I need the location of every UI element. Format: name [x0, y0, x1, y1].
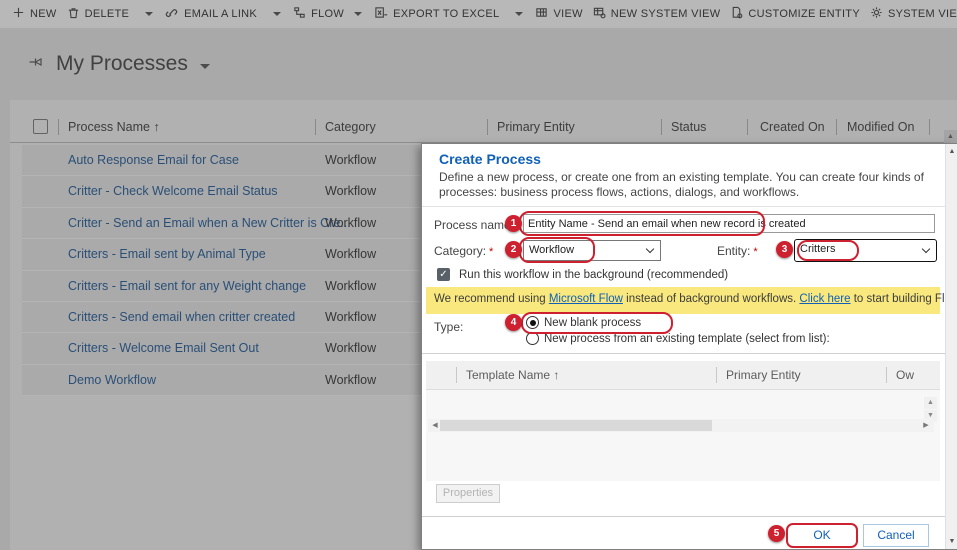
- dialog-scrollbar[interactable]: ▲ ▼: [945, 144, 957, 549]
- category-select[interactable]: Workflow: [523, 240, 661, 261]
- type-label: Type:: [434, 320, 464, 334]
- process-name-input[interactable]: [523, 214, 935, 233]
- divider: [422, 516, 946, 517]
- category-label: Category: *: [434, 244, 494, 258]
- properties-button[interactable]: Properties: [436, 484, 500, 503]
- new-from-template-label[interactable]: New process from an existing template (s…: [544, 333, 830, 345]
- chevron-down-icon: [645, 244, 655, 254]
- column-divider: [886, 367, 887, 383]
- click-here-link[interactable]: Click here: [799, 293, 850, 305]
- create-process-dialog: Create Process Define a new process, or …: [421, 143, 957, 550]
- new-blank-process-radio[interactable]: [526, 316, 539, 329]
- dialog-title: Create Process: [439, 151, 541, 167]
- sort-ascending-icon: ↑: [553, 368, 560, 382]
- cancel-button[interactable]: Cancel: [863, 524, 929, 547]
- ok-button[interactable]: OK: [786, 523, 858, 548]
- run-in-background-label: Run this workflow in the background (rec…: [459, 269, 729, 281]
- divider: [422, 206, 946, 207]
- template-grid: Template Name ↑ Primary Entity Ow ▲ ▼ ◀ …: [426, 361, 940, 481]
- scroll-up-arrow[interactable]: ▲: [946, 145, 957, 158]
- scrollbar-thumb[interactable]: [440, 420, 712, 431]
- step-annotation-1: 1: [505, 215, 522, 232]
- template-grid-header: Template Name ↑ Primary Entity Ow: [426, 361, 940, 390]
- entity-label: Entity: *: [717, 244, 758, 258]
- column-primary-entity[interactable]: Primary Entity: [726, 368, 801, 382]
- screen: NEW DELETE EMAIL A LINK FLOW EXPORT TO E…: [0, 0, 957, 550]
- new-from-template-radio[interactable]: [526, 332, 539, 345]
- run-in-background-checkbox[interactable]: ✓: [437, 268, 450, 281]
- scroll-right-arrow[interactable]: ▶: [920, 419, 932, 432]
- chevron-down-icon: [921, 244, 931, 254]
- new-blank-process-label[interactable]: New blank process: [544, 317, 641, 329]
- step-annotation-4: 4: [505, 314, 522, 331]
- entity-select[interactable]: Critters: [794, 239, 937, 262]
- scroll-down-arrow[interactable]: ▼: [946, 535, 957, 548]
- template-horizontal-scrollbar[interactable]: ◀ ▶: [428, 419, 934, 432]
- dialog-description: Define a new process, or create one from…: [439, 170, 924, 199]
- column-template-name[interactable]: Template Name ↑: [466, 368, 559, 382]
- divider: [422, 353, 946, 354]
- microsoft-flow-link[interactable]: Microsoft Flow: [549, 293, 623, 305]
- column-divider: [456, 367, 457, 383]
- column-divider: [716, 367, 717, 383]
- step-annotation-3: 3: [776, 241, 793, 258]
- template-scroll-up-arrow[interactable]: ▲: [924, 397, 937, 409]
- step-annotation-2: 2: [505, 241, 522, 258]
- step-annotation-5: 5: [768, 525, 785, 542]
- column-owner-clipped[interactable]: Ow: [896, 368, 914, 382]
- flow-recommendation-banner: We recommend using Microsoft Flow instea…: [426, 287, 957, 314]
